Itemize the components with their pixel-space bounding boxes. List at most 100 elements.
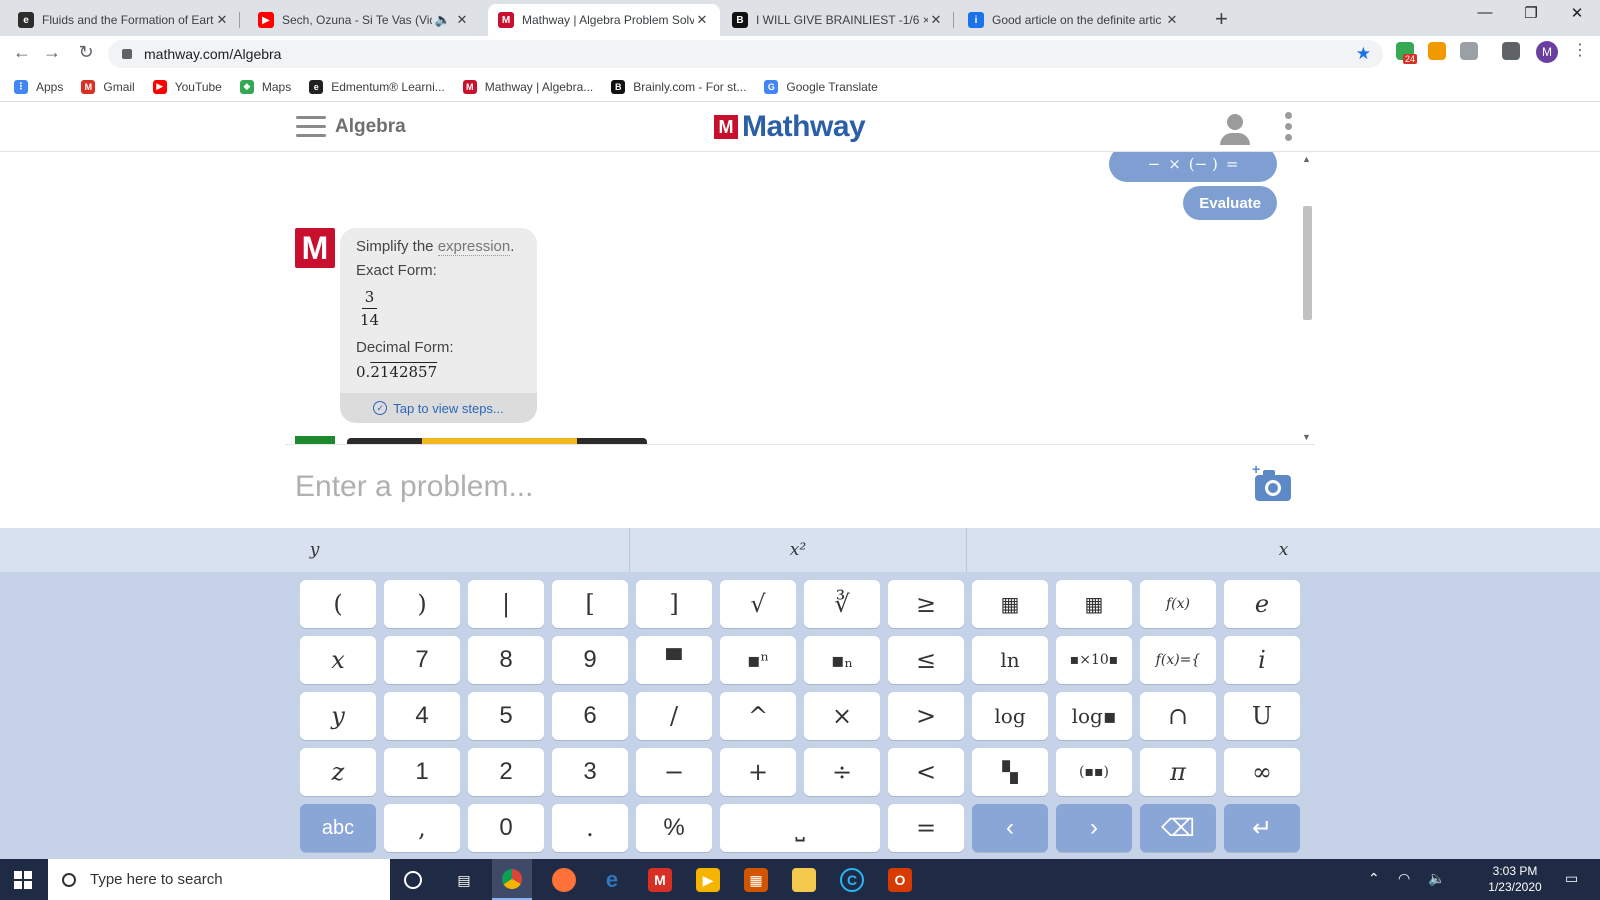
key-pi[interactable]: π xyxy=(1140,748,1216,796)
key-minus[interactable]: − xyxy=(636,748,712,796)
key-subscript-icon[interactable]: ▪ₙ xyxy=(804,636,880,684)
key-multiply[interactable]: × xyxy=(804,692,880,740)
bookmark-maps[interactable]: ◆ Maps xyxy=(239,79,291,94)
hamburger-menu-icon[interactable] xyxy=(296,116,326,138)
key-4[interactable]: 4 xyxy=(384,692,460,740)
subject-title[interactable]: Algebra xyxy=(335,116,406,138)
suggestion-x-squared[interactable]: x² xyxy=(630,528,967,572)
key-table-icon[interactable]: ▦ xyxy=(1056,580,1132,628)
browser-tab[interactable]: i Good article on the definite artic ✕ xyxy=(958,4,1190,36)
user-problem-bubble[interactable]: − × (− ) = xyxy=(1109,152,1277,182)
key-exponent-icon[interactable]: ▪ⁿ xyxy=(720,636,796,684)
key-ordered-pair-icon[interactable]: (▪▪) xyxy=(1056,748,1132,796)
key-piecewise[interactable]: f(x)={ xyxy=(1140,636,1216,684)
volume-icon[interactable]: 🔈 xyxy=(1428,870,1445,887)
key-intersection[interactable]: ∩ xyxy=(1140,692,1216,740)
forward-icon[interactable]: → xyxy=(40,42,64,63)
key-comma[interactable]: , xyxy=(384,804,460,852)
browser-tab[interactable]: B I WILL GIVE BRAINLIEST -1/6 × (- ✕ xyxy=(722,4,954,36)
key-8[interactable]: 8 xyxy=(468,636,544,684)
bookmark-mathway[interactable]: M Mathway | Algebra... xyxy=(462,79,593,94)
office-icon[interactable]: O xyxy=(888,868,912,892)
key-open-paren[interactable]: ( xyxy=(300,580,376,628)
key-log[interactable]: log xyxy=(972,692,1048,740)
backspace-icon[interactable]: ⌫ xyxy=(1140,804,1216,852)
browser-tab-active[interactable]: M Mathway | Algebra Problem Solv ✕ xyxy=(488,4,720,36)
media-player-icon[interactable]: ▶ xyxy=(696,868,720,892)
key-3[interactable]: 3 xyxy=(552,748,628,796)
key-decimal-point[interactable]: . xyxy=(552,804,628,852)
key-less-equal[interactable]: ≤ xyxy=(888,636,964,684)
browser-tab[interactable]: ▶ Sech, Ozuna - Si Te Vas (Vide 🔈 ✕ xyxy=(248,4,480,36)
cortana-icon[interactable] xyxy=(404,871,422,889)
key-slash[interactable]: / xyxy=(636,692,712,740)
expression-link[interactable]: expression xyxy=(437,238,511,256)
network-icon[interactable]: ◠ xyxy=(1398,870,1410,887)
key-infinity[interactable]: ∞ xyxy=(1224,748,1300,796)
file-explorer-icon[interactable] xyxy=(792,868,816,892)
close-tab-icon[interactable]: ✕ xyxy=(214,12,230,28)
key-y[interactable]: y xyxy=(300,692,376,740)
bookmark-apps[interactable]: ⋮ Apps xyxy=(14,79,63,94)
taskbar-search[interactable]: Type here to search xyxy=(48,859,390,900)
key-percent[interactable]: % xyxy=(636,804,712,852)
edge-icon[interactable]: e xyxy=(600,867,624,892)
key-absolute-value[interactable]: | xyxy=(468,580,544,628)
key-caret[interactable]: ^ xyxy=(720,692,796,740)
key-equals[interactable]: = xyxy=(888,804,964,852)
bookmark-google-translate[interactable]: G Google Translate xyxy=(764,79,878,94)
key-plus[interactable]: + xyxy=(720,748,796,796)
user-account-icon[interactable] xyxy=(1218,114,1252,146)
close-tab-icon[interactable]: ✕ xyxy=(694,12,710,28)
tray-expand-icon[interactable]: ⌃ xyxy=(1368,870,1380,887)
scroll-up-icon[interactable]: ▲ xyxy=(1302,154,1311,164)
firefox-icon[interactable] xyxy=(552,868,576,892)
key-less-than[interactable]: < xyxy=(888,748,964,796)
scrollbar-thumb[interactable] xyxy=(1303,206,1312,320)
mute-tab-icon[interactable]: 🔈 xyxy=(432,12,454,28)
cursor-right-icon[interactable]: › xyxy=(1056,804,1132,852)
key-space[interactable]: ⎵ xyxy=(720,804,880,852)
app-c-icon[interactable]: C xyxy=(840,868,864,892)
key-matrix-icon[interactable]: ▦ xyxy=(972,580,1048,628)
key-ln[interactable]: ln xyxy=(972,636,1048,684)
minimize-icon[interactable]: — xyxy=(1462,4,1508,21)
key-5[interactable]: 5 xyxy=(468,692,544,740)
key-e[interactable]: e xyxy=(1224,580,1300,628)
browser-tab[interactable]: e Fluids and the Formation of Eart ✕ xyxy=(8,4,240,36)
key-log-base[interactable]: log▪ xyxy=(1056,692,1132,740)
view-steps-button[interactable]: ✓ Tap to view steps... xyxy=(340,393,537,423)
extension-icon[interactable] xyxy=(1428,42,1446,60)
key-divide[interactable]: ÷ xyxy=(804,748,880,796)
windows-start-icon[interactable] xyxy=(14,871,32,889)
suggestion-x[interactable]: x xyxy=(967,528,1600,572)
key-abc[interactable]: abc xyxy=(300,804,376,852)
evaluate-button[interactable]: Evaluate xyxy=(1183,186,1277,220)
system-clock[interactable]: 3:03 PM 1/23/2020 xyxy=(1470,863,1560,895)
key-7[interactable]: 7 xyxy=(384,636,460,684)
key-6[interactable]: 6 xyxy=(552,692,628,740)
bookmark-gmail[interactable]: M Gmail xyxy=(81,79,135,94)
key-greater-than[interactable]: > xyxy=(888,692,964,740)
reload-icon[interactable]: ↻ xyxy=(74,42,98,63)
close-window-icon[interactable]: ✕ xyxy=(1554,4,1600,22)
key-1[interactable]: 1 xyxy=(384,748,460,796)
problem-input[interactable] xyxy=(295,467,1195,507)
key-mixed-number-icon[interactable]: ▚ xyxy=(972,748,1048,796)
chrome-menu-icon[interactable]: ⋮ xyxy=(1572,40,1588,60)
suggestion-y[interactable]: y xyxy=(0,528,630,572)
camera-upload-icon[interactable]: + xyxy=(1252,461,1291,501)
key-close-bracket[interactable]: ] xyxy=(636,580,712,628)
close-tab-icon[interactable]: ✕ xyxy=(928,12,944,28)
key-z[interactable]: z xyxy=(300,748,376,796)
key-square-root[interactable]: √ xyxy=(720,580,796,628)
mathway-logo[interactable]: M Mathway xyxy=(714,110,866,144)
key-0[interactable]: 0 xyxy=(468,804,544,852)
key-nth-root[interactable]: ∛ xyxy=(804,580,880,628)
cursor-left-icon[interactable]: ‹ xyxy=(972,804,1048,852)
media-control-icon[interactable] xyxy=(1502,42,1520,60)
enter-icon[interactable]: ↵ xyxy=(1224,804,1300,852)
close-tab-icon[interactable]: ✕ xyxy=(454,12,470,28)
extension-icon[interactable] xyxy=(1460,42,1478,60)
key-union[interactable]: U xyxy=(1224,692,1300,740)
